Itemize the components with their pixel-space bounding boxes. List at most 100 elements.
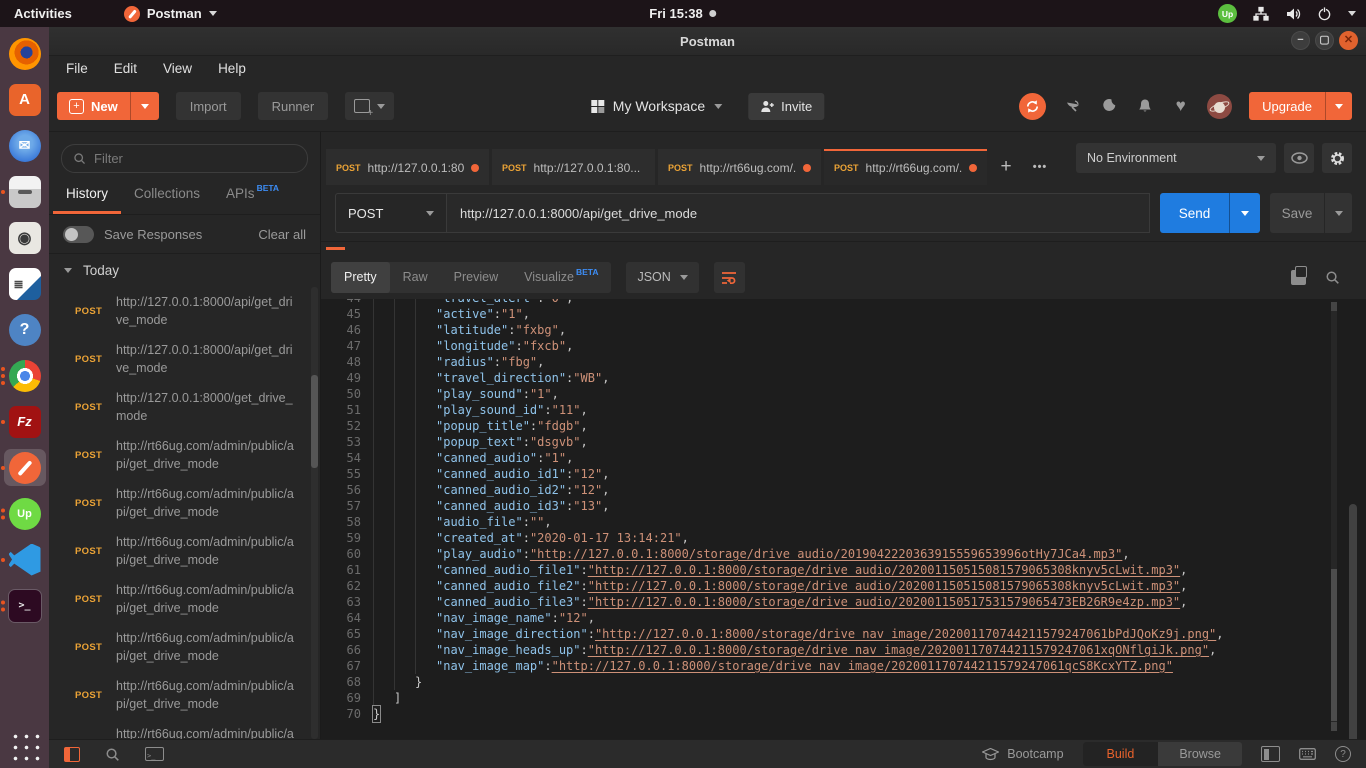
upwork-tray-icon[interactable]: Up <box>1218 4 1237 23</box>
clear-all-button[interactable]: Clear all <box>258 227 306 242</box>
network-icon[interactable] <box>1252 5 1269 22</box>
sidebar-scrollbar-thumb[interactable] <box>311 375 318 468</box>
dock-item-firefox[interactable] <box>4 35 46 72</box>
view-tab-raw[interactable]: Raw <box>390 262 441 293</box>
dock-item-rhythmbox[interactable]: ◉ <box>4 219 46 256</box>
invite-button[interactable]: Invite <box>748 93 824 120</box>
history-item[interactable]: POSThttp://rt66ug.com/admin/public/api/g… <box>49 671 320 719</box>
upgrade-dropdown-button[interactable] <box>1325 92 1352 120</box>
view-tab-preview[interactable]: Preview <box>441 262 511 293</box>
send-dropdown-button[interactable] <box>1229 193 1260 233</box>
new-dropdown-button[interactable] <box>130 92 159 120</box>
titlebar[interactable]: Postman − ▢ ✕ <box>49 27 1366 56</box>
history-item[interactable]: POSThttp://127.0.0.1:8000/api/get_drive_… <box>49 287 320 335</box>
tab-options-button[interactable]: ••• <box>1022 149 1058 185</box>
dock-item-vscode[interactable] <box>4 541 46 578</box>
upgrade-button[interactable]: Upgrade <box>1249 92 1325 120</box>
heart-icon[interactable]: ♥ <box>1171 97 1190 116</box>
filter-input[interactable]: Filter <box>61 144 308 173</box>
response-format-selector[interactable]: JSON <box>626 262 698 293</box>
sidebar-scrollbar-track[interactable] <box>311 287 318 739</box>
save-responses-toggle[interactable] <box>63 226 94 243</box>
dock-item-thunderbird[interactable]: ✉ <box>4 127 46 164</box>
editor-scrollbar-bottom-cap[interactable] <box>1331 722 1337 731</box>
copy-icon[interactable] <box>1291 270 1306 285</box>
sync-icon[interactable] <box>1019 93 1046 120</box>
send-button[interactable]: Send <box>1160 193 1229 233</box>
history-item[interactable]: POSThttp://127.0.0.1:8000/get_drive_mode <box>49 383 320 431</box>
history-item[interactable]: POSThttp://rt66ug.com/admin/public/api/g… <box>49 719 320 739</box>
activities-button[interactable]: Activities <box>0 0 86 27</box>
history-group-header[interactable]: Today <box>49 254 320 287</box>
maximize-button[interactable]: ▢ <box>1315 31 1334 50</box>
dock-item-ubuntu-software[interactable]: A <box>4 81 46 118</box>
menu-file[interactable]: File <box>55 61 99 76</box>
new-window-button[interactable] <box>345 92 394 120</box>
satellite-icon[interactable] <box>1063 97 1082 116</box>
sidebar-tab-collections[interactable]: Collections <box>121 175 213 214</box>
response-body-editor[interactable]: 44"travel_alert": "0",45"active": "1",46… <box>321 299 1366 739</box>
close-button[interactable]: ✕ <box>1339 31 1358 50</box>
sidebar-tab-apis[interactable]: APIsBETA <box>213 175 292 214</box>
history-item[interactable]: POSThttp://rt66ug.com/admin/public/api/g… <box>49 479 320 527</box>
json-link-value[interactable]: "http://127.0.0.1:8000/storage/drive_aud… <box>588 578 1180 594</box>
json-link-value[interactable]: "http://127.0.0.1:8000/storage/drive_nav… <box>588 642 1209 658</box>
json-link-value[interactable]: "http://127.0.0.1:8000/storage/drive_aud… <box>588 562 1180 578</box>
two-pane-view-icon[interactable] <box>1261 746 1280 762</box>
wrap-text-button[interactable] <box>714 262 745 293</box>
request-tab-3[interactable]: POSThttp://rt66ug.com/... <box>658 149 821 185</box>
view-tab-visualize[interactable]: VisualizeBETA <box>511 262 611 293</box>
browse-tab[interactable]: Browse <box>1158 742 1242 766</box>
request-tab-2[interactable]: POSThttp://127.0.0.1:80... <box>492 149 655 185</box>
workspace-switcher[interactable]: My Workspace <box>591 98 722 114</box>
history-item[interactable]: POSThttp://rt66ug.com/admin/public/api/g… <box>49 623 320 671</box>
import-button[interactable]: Import <box>176 92 241 120</box>
bootcamp-button[interactable]: Bootcamp <box>982 747 1063 761</box>
toggle-sidebar-icon[interactable] <box>64 747 80 762</box>
save-button[interactable]: Save <box>1270 193 1324 233</box>
history-item[interactable]: POSThttp://rt66ug.com/admin/public/api/g… <box>49 527 320 575</box>
shortcuts-icon[interactable] <box>1299 746 1316 763</box>
editor-scrollbar-top-cap[interactable] <box>1331 302 1337 311</box>
volume-icon[interactable] <box>1284 5 1301 22</box>
json-link-value[interactable]: "http://127.0.0.1:8000/storage/drive_nav… <box>552 658 1173 674</box>
view-tab-pretty[interactable]: Pretty <box>331 262 390 293</box>
url-input[interactable]: http://127.0.0.1:8000/api/get_drive_mode <box>447 193 1150 233</box>
history-item[interactable]: POSThttp://rt66ug.com/admin/public/api/g… <box>49 431 320 479</box>
dock-item-help[interactable]: ? <box>4 311 46 348</box>
history-item[interactable]: POSThttp://rt66ug.com/admin/public/api/g… <box>49 575 320 623</box>
bell-icon[interactable] <box>1135 97 1154 116</box>
dock-item-archive-manager[interactable] <box>4 173 46 210</box>
menu-help[interactable]: Help <box>207 61 257 76</box>
environment-quicklook-button[interactable] <box>1284 143 1314 173</box>
search-response-icon[interactable] <box>1325 270 1340 285</box>
wrench-icon[interactable] <box>1099 97 1118 116</box>
json-link-value[interactable]: "http://127.0.0.1:8000/storage/drive_aud… <box>588 594 1180 610</box>
history-item[interactable]: POSThttp://127.0.0.1:8000/api/get_drive_… <box>49 335 320 383</box>
environment-selector[interactable]: No Environment <box>1076 143 1276 173</box>
open-new-tab-button[interactable]: + <box>990 149 1022 185</box>
runner-button[interactable]: Runner <box>258 92 329 120</box>
menu-edit[interactable]: Edit <box>103 61 148 76</box>
find-icon[interactable] <box>104 746 121 763</box>
editor-scrollbar-thumb[interactable] <box>1331 569 1337 721</box>
response-pane-scrollbar[interactable] <box>1349 504 1357 739</box>
app-menu[interactable]: Postman <box>114 0 227 27</box>
dock-item-upwork[interactable]: Up <box>4 495 46 532</box>
new-button[interactable]: + New <box>57 92 130 120</box>
dock-item-chrome[interactable] <box>4 357 46 394</box>
dock-item-filezilla[interactable]: Fz <box>4 403 46 440</box>
avatar[interactable] <box>1207 94 1232 119</box>
request-tab-1[interactable]: POSThttp://127.0.0.1:80... <box>326 149 489 185</box>
minimize-button[interactable]: − <box>1291 31 1310 50</box>
json-link-value[interactable]: "http://127.0.0.1:8000/storage/drive_nav… <box>595 626 1216 642</box>
dock-item-libreoffice-writer[interactable]: ≣ <box>4 265 46 302</box>
menu-view[interactable]: View <box>152 61 203 76</box>
request-tab-4[interactable]: POSThttp://rt66ug.com/... <box>824 149 987 185</box>
build-tab[interactable]: Build <box>1083 742 1159 766</box>
json-link-value[interactable]: "http://127.0.0.1:8000/storage/drive_aud… <box>530 546 1122 562</box>
save-dropdown-button[interactable] <box>1324 193 1352 233</box>
method-selector[interactable]: POST <box>335 193 447 233</box>
show-applications-button[interactable] <box>8 729 41 762</box>
dock-item-terminal[interactable]: >_ <box>4 587 46 624</box>
